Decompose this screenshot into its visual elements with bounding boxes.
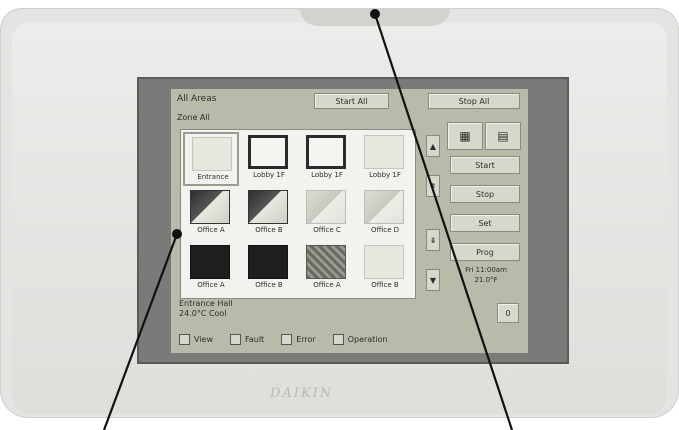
callout-line-top	[373, 13, 514, 430]
callout-lines	[102, 9, 514, 430]
callout-line-left	[102, 233, 179, 430]
